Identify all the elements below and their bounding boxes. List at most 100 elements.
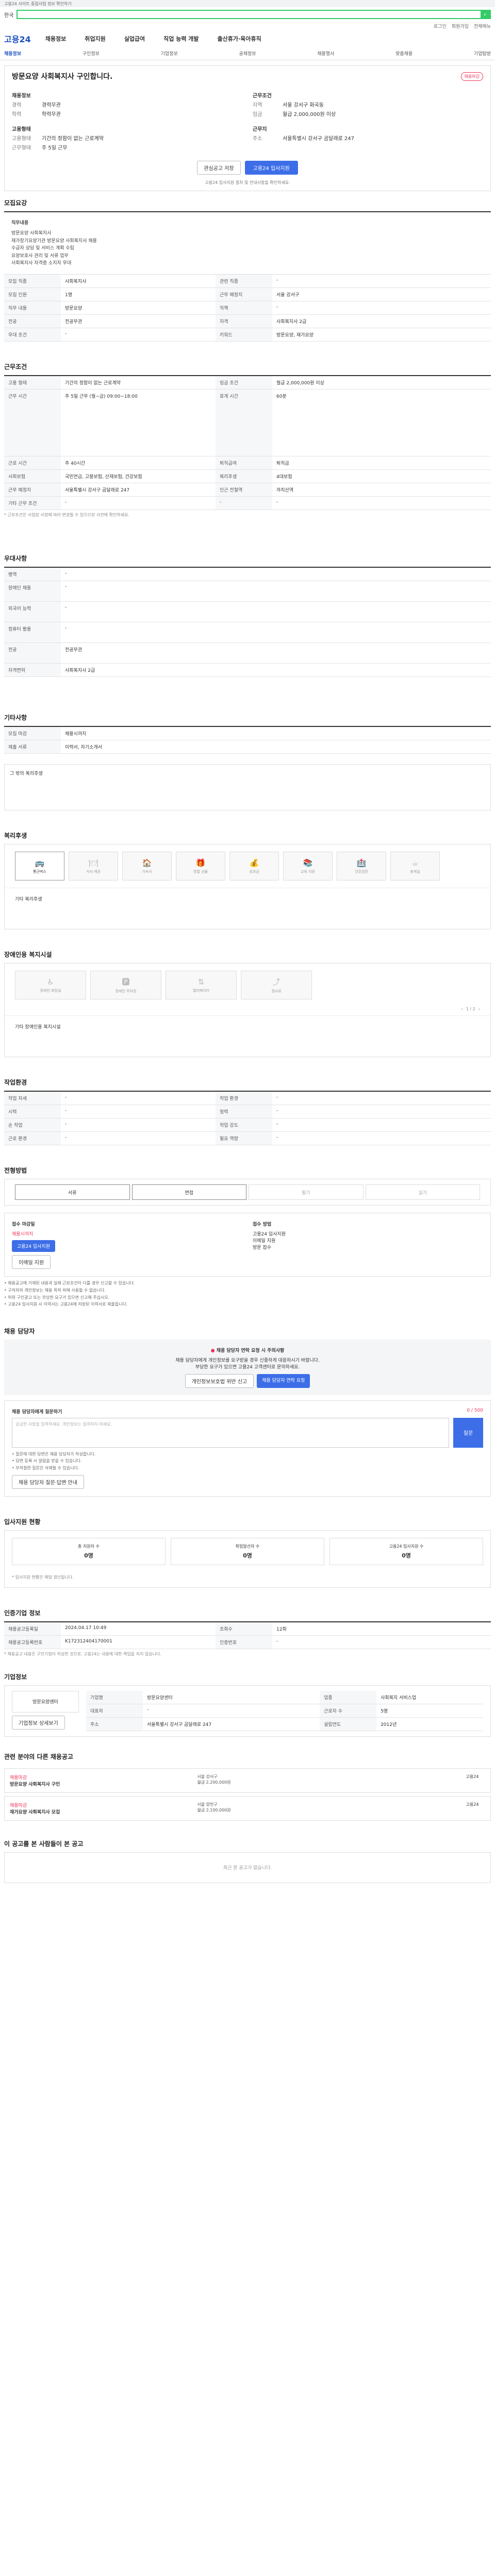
pref-table: 병역 - 장애인 채용 - 외국어 능력 - 컴퓨터 활용 - 전공 전공무관 자격면허 사…: [4, 567, 491, 677]
facility-label: 식사 제공: [86, 869, 101, 874]
facility-tile: 🍽 식사 제공: [69, 852, 118, 881]
stat-card: 총 지원자 수 0명: [12, 1537, 166, 1565]
facility-tile: ♿ 장애인 화장실: [15, 971, 86, 1000]
summary-label: 고용형태: [12, 127, 31, 132]
etc-box: 그 밖의 복리후생: [4, 764, 491, 811]
facility-label: 휴게실: [410, 869, 420, 874]
search-bar-row: 한국 ⌕: [0, 7, 495, 22]
nav-item[interactable]: 출산휴가·육아휴직: [218, 35, 261, 43]
list-item[interactable]: 채용마감 재가요양 사회복지사 모집 서울 양천구 월급 2,100,000원 고용…: [4, 1795, 491, 1821]
method-item: 필기: [249, 1184, 364, 1200]
job-summary: 방문요양 사회복지사 구인합니다. 채용마감 채용정보 경력 경력무관 학력 학력무…: [4, 65, 491, 191]
facility-tile: 📚 교육 지원: [283, 852, 333, 881]
company-panel: 방문요양센터 기업정보 상세보기 기업명 방문요양센터 업종 사회복지 서비스업 대표…: [4, 1685, 491, 1737]
facility-icon: ☕: [411, 858, 419, 868]
facility-icon: ♿: [47, 977, 54, 987]
facility-tile: 🏠 기숙사: [122, 852, 172, 881]
info-note: * 채용공고 내용은 구인기업이 작성한 것으로, 고용24는 내용에 대한 책…: [4, 1651, 161, 1656]
nav-item[interactable]: 직업 능력 개발: [163, 35, 199, 43]
nav-item[interactable]: 취업지원: [85, 35, 105, 43]
prev-icon[interactable]: ‹: [461, 1007, 463, 1011]
section-title: 근무조건: [4, 363, 27, 371]
qa-guide-button[interactable]: 채용 담당자 질문·답변 안내: [12, 1475, 84, 1489]
recruit-table: 모집 직종 사회복지사 관련 직종 - 모집 인원 1명 근무 예정지 서울 강서구 직무 …: [4, 275, 491, 342]
section-title: 인증기업 정보: [4, 1609, 41, 1617]
sub-nav-item[interactable]: 맞춤채용: [395, 50, 412, 57]
summary-label: 근무조건: [253, 93, 272, 99]
list-item[interactable]: 채용마감 방문요양 사회복지사 구인 서울 강서구 월급 2,200,000원 고용…: [4, 1768, 491, 1793]
facility-icon: 📚: [303, 858, 313, 868]
facility-label: 교육 지원: [301, 869, 315, 874]
summary-row: 학력 학력무관: [12, 112, 61, 117]
summary-row: 근무형태 주 5일 근무: [12, 145, 68, 151]
search-icon[interactable]: ⌕: [481, 10, 490, 19]
facility-icon: ⤴: [272, 977, 280, 987]
method-panel: 서류 면접 필기 실기: [4, 1179, 491, 1206]
facility-tile: 🅿 장애인 주차장: [90, 971, 161, 1000]
facility-tile: ⤴ 경사로: [241, 971, 312, 1000]
question-send-button[interactable]: 질문: [453, 1417, 483, 1448]
apply-note: 고용24 입사지원 절차 및 안내사항을 확인하세요.: [205, 180, 290, 185]
main-nav: 채용정보 취업지원 실업급여 직업 능력 개발 출산휴가·육아휴직: [45, 35, 261, 43]
sub-nav-item[interactable]: 채용정보: [4, 50, 21, 57]
sub-nav-item[interactable]: 기업정보: [161, 50, 178, 57]
method-item: 면접: [131, 1184, 246, 1200]
facility-icon: 🅿: [122, 977, 130, 987]
facility-label: 장애인 주차장: [115, 989, 137, 994]
report-button[interactable]: 개인정보보호법 위반 신고: [185, 1374, 254, 1388]
nav-item[interactable]: 실업급여: [124, 35, 145, 43]
company-table: 기업명 방문요양센터 업종 사회복지 서비스업 대표자 - 근로자 수 5명 주소 서울특별시…: [86, 1690, 483, 1731]
env-table: 작업 자세 - 작업 환경 - 시력 - 청력 - 손 작업 - 작업 강도 - 근로 환경 - 필요…: [4, 1091, 491, 1146]
facility-label: 장애인 화장실: [40, 988, 61, 993]
site-logo[interactable]: 고용24: [4, 32, 31, 45]
stats-panel: 총 지원자 수 0명 취업알선자 수 0명 고용24 입사지원 수 0명 * 입사지원…: [4, 1530, 491, 1588]
section-title: 우대사항: [4, 555, 27, 563]
company-detail-button[interactable]: 기업정보 상세보기: [12, 1715, 65, 1730]
content: 방문요양 사회복지사 구인합니다. 채용마감 채용정보 경력 경력무관 학력 학력무…: [0, 65, 495, 1883]
next-icon[interactable]: ›: [478, 1007, 480, 1011]
email-apply-button[interactable]: 이메일 지원: [12, 1255, 51, 1269]
facility-icon: 🏠: [142, 858, 152, 868]
qa-warning: ● 채용 담당자 연락 요청 시 주의사항 채용 담당자에게 개인정보를 요구받…: [4, 1339, 491, 1395]
scrap-button[interactable]: 관심공고 저장: [197, 161, 241, 175]
apply-notes: • 채용공고에 기재된 내용과 실제 근로조건이 다를 경우 신고할 수 있습니…: [4, 1281, 135, 1307]
sub-nav-item[interactable]: 공채정보: [239, 50, 256, 57]
contact-request-button[interactable]: 채용 담당자 연락 요청: [257, 1374, 310, 1388]
facility-tile: 🚌 통근버스: [15, 852, 64, 881]
search-input[interactable]: ⌕: [16, 10, 491, 19]
disabled-grid: ♿ 장애인 화장실 🅿 장애인 주차장 ⇅ 엘리베이터 ⤴ 경사로: [5, 963, 490, 1007]
notice-bar: 고용24 사이트 중점사업 정보 확인하기: [0, 0, 495, 7]
facility-label: 엘리베이터: [192, 988, 210, 993]
work-note: * 근로조건은 사업장 사정에 따라 변경될 수 있으므로 사전에 확인하세요.: [4, 513, 129, 518]
sub-nav: 채용정보 구인정보 기업정보 공채정보 채용행사 맞춤채용 기업탐방: [0, 47, 495, 60]
viewed-empty: 최근 본 공고가 없습니다.: [4, 1852, 491, 1883]
apply-button-2[interactable]: 고용24 입사지원: [12, 1240, 55, 1252]
stat-card: 취업알선자 수 0명: [171, 1537, 324, 1565]
section-title: 채용 담당자: [4, 1327, 35, 1335]
nav-item[interactable]: 채용정보: [45, 35, 66, 43]
job-title: 방문요양 사회복지사 구인합니다.: [12, 73, 113, 81]
sub-nav-item[interactable]: 구인정보: [82, 50, 100, 57]
login-link[interactable]: 로그인: [434, 23, 447, 29]
facility-icon: 🚌: [35, 858, 45, 868]
facility-tile: ☕ 휴게실: [390, 852, 440, 881]
stat-card: 고용24 입사지원 수 0명: [329, 1537, 483, 1565]
section-title: 기타사항: [4, 714, 27, 722]
disabled-etc: 기타 장애인용 복지시설: [5, 1015, 490, 1057]
sub-nav-item[interactable]: 채용행사: [317, 50, 334, 57]
company-logo: 방문요양센터: [12, 1690, 79, 1713]
qa-panel: 채용 담당자에게 질문하기 0 / 500 궁금한 사항을 입력하세요. 개인정보…: [4, 1400, 491, 1497]
pager: ‹ 1 / 2 ›: [461, 1007, 480, 1012]
apply-button[interactable]: 고용24 입사지원: [244, 161, 298, 175]
all-menu-link[interactable]: 전체메뉴: [474, 23, 491, 29]
sub-nav-item[interactable]: 기업탐방: [474, 50, 491, 57]
section-title: 관련 분야의 다른 채용공고: [4, 1753, 73, 1760]
welfare-panel: 🚌 통근버스 🍽 식사 제공 🏠 기숙사 🎁 명절 선물 💰 성과금 📚 교육 지원 🏥 건강검진 ☕ 휴게실…: [4, 844, 491, 930]
facility-tile: 💰 성과금: [229, 852, 279, 881]
summary-row: 지역 서울 강서구 화곡동: [253, 103, 324, 108]
facility-label: 기숙사: [142, 869, 152, 874]
disabled-panel: ♿ 장애인 화장실 🅿 장애인 주차장 ⇅ 엘리베이터 ⤴ 경사로 ‹ 1 / 2 › 기타 장애…: [4, 963, 491, 1058]
method-item: 서류: [15, 1184, 130, 1200]
question-input[interactable]: 궁금한 사항을 입력하세요. 개인정보는 입력하지 마세요.: [12, 1417, 449, 1448]
signup-link[interactable]: 회원가입: [452, 23, 469, 29]
